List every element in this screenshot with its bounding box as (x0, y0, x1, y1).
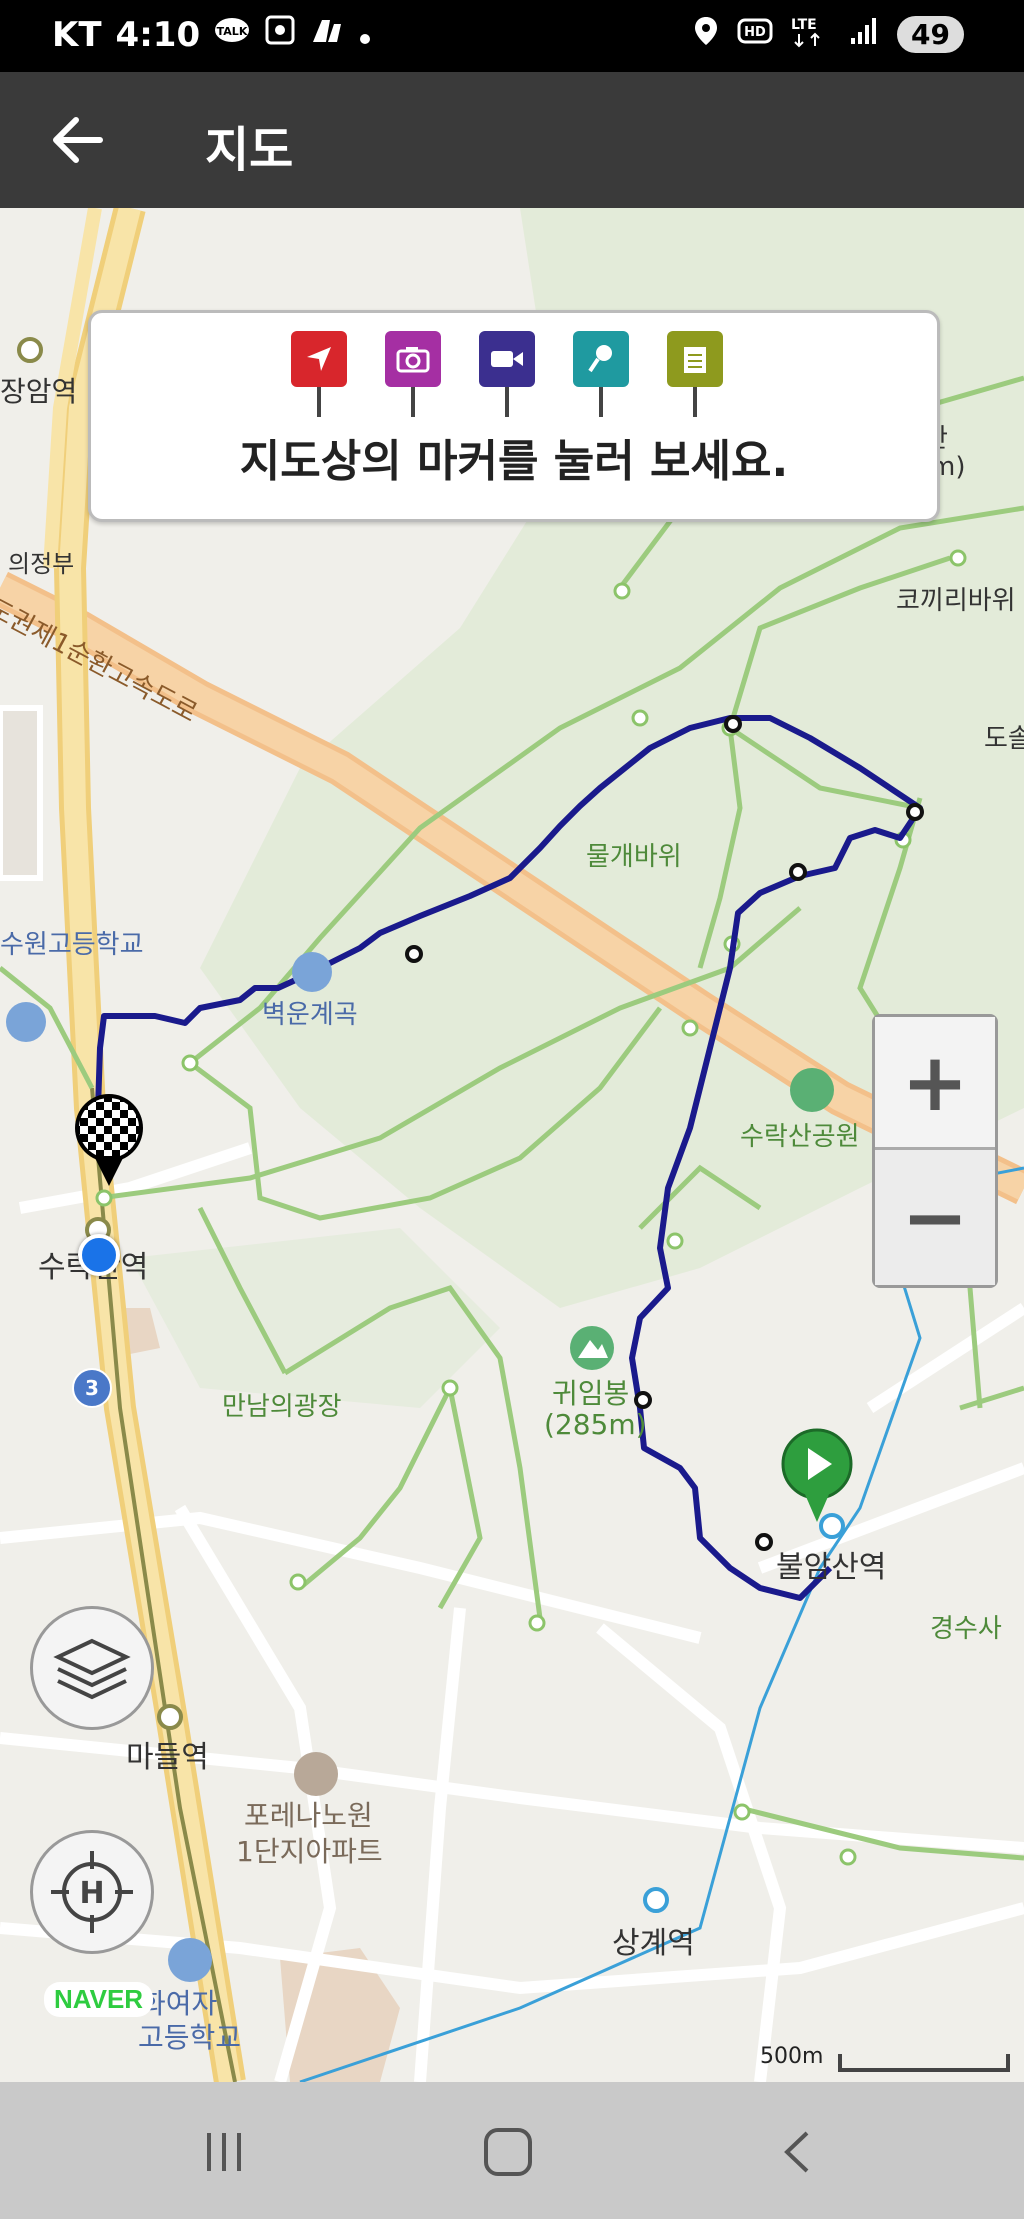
label-gyeongsusa: 경수사 (930, 1614, 1002, 1644)
label-mulgae: 물개바위 (586, 842, 682, 872)
label-byeokun: 벽운계곡 (262, 1000, 358, 1030)
label-suwon-high: 수원고등학교 (0, 930, 144, 960)
label-forena: 포레나노원 (244, 1799, 373, 1832)
apartment-poi-icon[interactable] (294, 1752, 338, 1796)
svg-text:HD: HD (744, 25, 766, 40)
layers-button[interactable] (30, 1606, 154, 1730)
marker-memo-button[interactable] (667, 331, 723, 421)
route-3-badge: 3 (72, 1368, 112, 1408)
park-poi-icon[interactable] (790, 1068, 834, 1112)
crosshair-h-icon: H (51, 1851, 133, 1933)
system-nav-bar (0, 2082, 1024, 2219)
signal-icon (849, 16, 879, 53)
label-uijeongbu: 의정부 (8, 550, 75, 578)
home-button[interactable] (468, 2122, 548, 2182)
clock: 4:10 (115, 14, 201, 55)
naver-logo: NAVER (44, 1982, 154, 2017)
locate-button[interactable]: H (30, 1830, 154, 1954)
label-sanggye: 상계역 (612, 1926, 695, 1961)
recent-apps-button[interactable] (184, 2122, 264, 2182)
label-kokkiri: 코끼리바위 (896, 586, 1016, 616)
label-madeul: 마들역 (126, 1740, 209, 1775)
label-forena2: 1단지아파트 (236, 1835, 383, 1868)
start-play-marker[interactable] (780, 1428, 854, 1532)
app-bar: 지도 (0, 72, 1024, 208)
talk-icon: TALK (214, 15, 250, 55)
label-gwiimbong-alt: (285m) (544, 1408, 647, 1441)
zoom-control: + − (872, 1014, 998, 1288)
label-girls-high2: 고등학교 (138, 2021, 242, 2054)
page-title: 지도 (205, 122, 294, 178)
label-gwiimbong: 귀임봉 (552, 1377, 630, 1410)
label-jangam: 장암역 (0, 375, 78, 408)
dot-icon (358, 15, 372, 55)
layers-icon (53, 1638, 131, 1700)
screenshot-icon (264, 14, 296, 55)
marker-panel: 지도상의 마커를 눌러 보세요. (88, 310, 940, 522)
label-dosol: 도솔 (984, 724, 1024, 754)
school2-poi-icon[interactable] (168, 1938, 212, 1982)
marker-photo-button[interactable] (385, 331, 441, 421)
mountain-poi-icon[interactable] (570, 1326, 614, 1370)
video-camera-icon (479, 331, 535, 387)
svg-text:H: H (79, 1876, 104, 1911)
hd-icon: HD (737, 17, 773, 52)
carrier-label: KT (52, 14, 102, 55)
marker-video-button[interactable] (479, 331, 535, 421)
camera-icon (385, 331, 441, 387)
label-bulamsan: 불암산역 (776, 1550, 887, 1585)
current-location-dot (78, 1234, 120, 1276)
valley-poi-icon[interactable] (292, 952, 332, 992)
notepad-icon (667, 331, 723, 387)
school-poi-icon[interactable] (6, 1002, 46, 1042)
battery-icon: 49 (897, 16, 964, 53)
marker-navigation-button[interactable] (291, 331, 347, 421)
svg-text:LTE: LTE (791, 17, 817, 33)
marker-instruction: 지도상의 마커를 눌러 보세요. (239, 436, 789, 487)
arrow-left-icon (53, 117, 103, 163)
zoom-out-button[interactable]: − (875, 1150, 995, 1285)
back-icon (784, 2131, 809, 2173)
map-view[interactable]: 3 장암역 의정부 도권제1순환고속도로 수원고등학교 벽운계곡 물개바위 코끼… (0, 208, 1024, 2082)
lte-icon: LTE (791, 14, 831, 55)
label-suraksan-park: 수락산공원 (740, 1122, 860, 1152)
marker-audio-button[interactable] (573, 331, 629, 421)
home-icon (484, 2128, 532, 2176)
finish-flag-marker[interactable] (72, 1094, 146, 1198)
nav-back-button[interactable] (758, 2122, 838, 2182)
location-arrow-icon (291, 331, 347, 387)
shuttle-icon (310, 14, 344, 55)
microphone-icon (573, 331, 629, 387)
recent-apps-icon (207, 2133, 241, 2171)
status-bar: KT 4:10 TALK HD LTE 49 (0, 0, 1024, 72)
label-mannam: 만남의광장 (222, 1392, 342, 1422)
scale-bar (838, 2054, 1010, 2072)
zoom-in-button[interactable]: + (875, 1017, 995, 1150)
back-button[interactable] (48, 108, 112, 172)
scale-label: 500m (760, 2044, 824, 2069)
location-icon (693, 15, 719, 54)
svg-text:TALK: TALK (217, 25, 248, 38)
